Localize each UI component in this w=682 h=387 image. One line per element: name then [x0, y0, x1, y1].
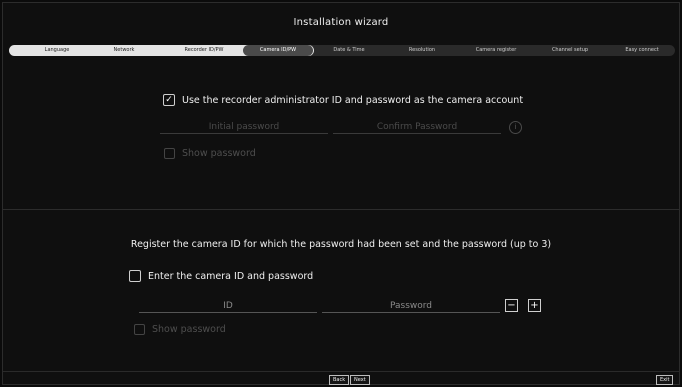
- remove-row-button[interactable]: −: [505, 299, 518, 312]
- step-date-time: Date & Time: [333, 47, 365, 53]
- use-admin-checkbox[interactable]: ✓: [163, 94, 175, 106]
- section-divider: [3, 209, 679, 210]
- add-row-button[interactable]: +: [528, 299, 541, 312]
- exit-button[interactable]: Exit: [656, 375, 674, 385]
- camera-password-field[interactable]: Password: [322, 299, 500, 313]
- step-network: Network: [113, 47, 135, 53]
- show-password-label-2: Show password: [152, 324, 226, 335]
- enter-camera-label: Enter the camera ID and password: [148, 270, 314, 282]
- confirm-password-field[interactable]: Confirm Password: [333, 120, 501, 134]
- show-password-checkbox-2[interactable]: [134, 324, 145, 335]
- show-password-option-2[interactable]: Show password: [134, 324, 226, 335]
- show-password-option-1[interactable]: Show password: [164, 148, 256, 159]
- step-easy-connect: Easy connect: [625, 47, 659, 53]
- wizard-title: Installation wizard: [293, 17, 389, 28]
- step-language: Language: [44, 47, 70, 53]
- enter-camera-checkbox[interactable]: [129, 270, 141, 282]
- show-password-checkbox-1[interactable]: [164, 148, 175, 159]
- info-icon: i: [509, 121, 522, 134]
- step-camera-register: Camera register: [475, 47, 517, 53]
- register-camera-headline: Register the camera ID for which the pas…: [130, 239, 552, 250]
- step-resolution: Resolution: [408, 47, 436, 53]
- use-admin-label: Use the recorder administrator ID and pa…: [182, 94, 524, 106]
- use-admin-option[interactable]: ✓ Use the recorder administrator ID and …: [163, 94, 523, 106]
- enter-camera-option[interactable]: Enter the camera ID and password: [129, 270, 313, 282]
- camera-id-field[interactable]: ID: [139, 299, 317, 313]
- back-button[interactable]: Back: [329, 375, 350, 385]
- step-channel-setup: Channel setup: [551, 47, 589, 53]
- initial-password-field[interactable]: Initial password: [160, 120, 328, 134]
- installation-wizard-window: Installation wizard Language Network Rec…: [2, 2, 680, 385]
- step-recorder-id-pw: Recorder ID/PW: [184, 47, 224, 53]
- footer-divider: [3, 371, 679, 372]
- next-button[interactable]: Next: [350, 375, 370, 385]
- step-camera-id-pw: Camera ID/PW: [243, 45, 313, 56]
- show-password-label-1: Show password: [182, 148, 256, 159]
- wizard-progress-bar: Language Network Recorder ID/PW Camera I…: [9, 45, 675, 56]
